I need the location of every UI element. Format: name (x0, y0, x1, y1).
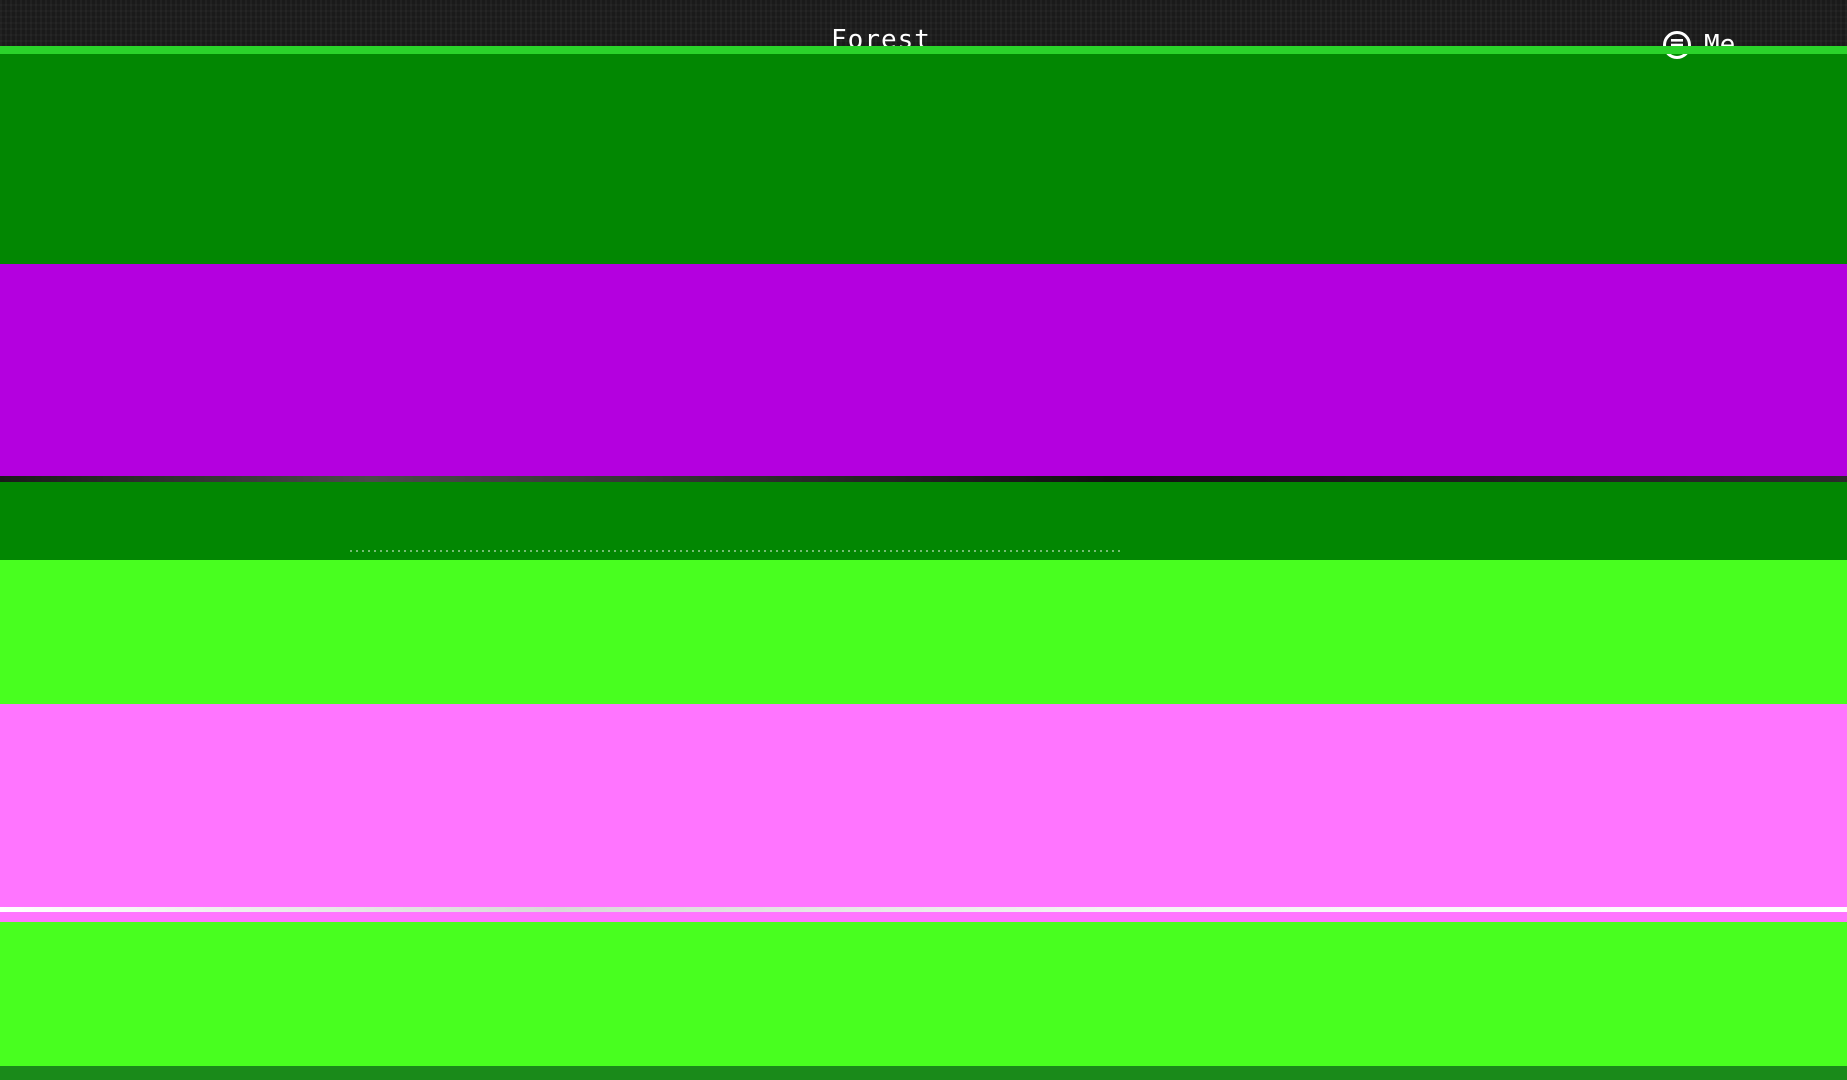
menu-label: Me (1704, 30, 1736, 60)
glitch-band-7 (0, 1066, 1847, 1080)
menu-button[interactable]: Me (1662, 28, 1735, 62)
glitch-band-3 (0, 482, 1847, 560)
glitched-game-view[interactable] (0, 46, 1847, 1080)
glitch-band-5 (0, 704, 1847, 922)
glitch-dotted-line (350, 550, 1120, 552)
glitch-band-1 (0, 46, 1847, 264)
glitch-seam-dark (0, 476, 1847, 482)
glitch-band-4 (0, 560, 1847, 704)
glitch-seam-light (0, 907, 1847, 912)
glitch-strip (0, 46, 1847, 54)
glitch-band-2 (0, 264, 1847, 482)
glitch-band-6 (0, 922, 1847, 1066)
menu-icon (1663, 31, 1691, 59)
